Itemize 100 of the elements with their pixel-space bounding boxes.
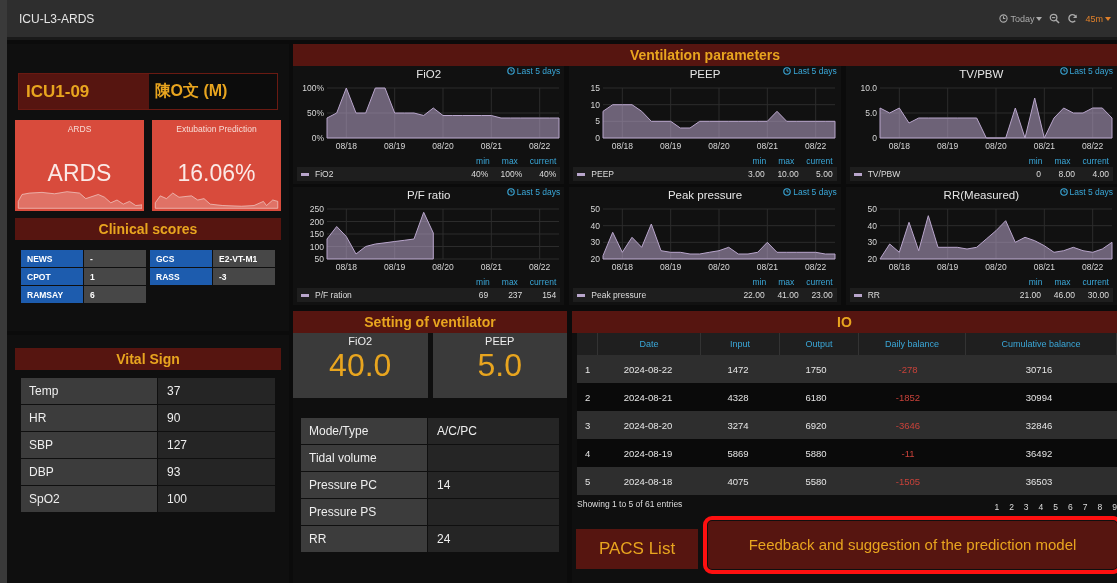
table-cell: 90 (158, 405, 275, 431)
table-cell-text: 30994 (1024, 391, 1054, 403)
axis-label: 5.0 (864, 108, 877, 118)
chart-title: FiO2 (416, 68, 442, 80)
legend-value: 237 (507, 290, 523, 300)
axis-label: 08/18 (335, 141, 357, 151)
section-header: IO (572, 311, 1117, 333)
caret-icon (1036, 16, 1043, 21)
clock-icon (783, 188, 792, 196)
axis-label: 200 (309, 216, 324, 227)
page-link[interactable]: 4 (1038, 502, 1044, 512)
legend-name: TV/PBW (867, 169, 902, 179)
legend-value: 154 (541, 290, 557, 300)
time-range-link[interactable]: Last 5 days (506, 66, 561, 76)
page-link[interactable]: 1 (994, 502, 1000, 512)
table-cell: 37 (158, 378, 275, 404)
axis-label: 5 (595, 116, 601, 127)
table-cell-text: 4328 (726, 391, 750, 403)
legend-name: Peak pressure (591, 290, 648, 300)
axis-label: 08/21 (757, 262, 779, 272)
legend-header: min (476, 277, 490, 288)
axis-label: 20 (867, 254, 877, 264)
table-cell: Mode/Type (301, 418, 427, 444)
legend-name: FiO2 (315, 169, 335, 179)
legend-header: max (501, 156, 518, 167)
page-link[interactable]: 5 (1053, 502, 1059, 512)
time-range-link[interactable]: Last 5 days (1059, 187, 1113, 197)
axis-label: 08/20 (985, 262, 1007, 272)
refresh-icon[interactable] (1067, 13, 1079, 24)
axis-label: 08/22 (805, 141, 827, 151)
table-cell-text: 3274 (726, 419, 750, 431)
table-cell-text: 6920 (804, 419, 828, 431)
table-cell: RR (301, 526, 427, 552)
caret-icon (1105, 16, 1111, 21)
axis-label: 50 (590, 204, 601, 214)
table-cell-text: -11 (900, 447, 916, 459)
page-link[interactable]: 3 (1023, 502, 1029, 512)
table-cell-text: 1750 (804, 363, 828, 375)
table-cell-text: 2024-08-22 (622, 363, 674, 375)
score-label: RASS (150, 268, 212, 285)
legend-value: 46.00 (1052, 290, 1075, 300)
section-header: Clinical scores (15, 218, 281, 240)
table-cell-text: -278 (897, 363, 919, 375)
time-range-link[interactable]: Last 5 days (506, 187, 561, 197)
page-link[interactable]: 8 (1097, 502, 1103, 512)
score-label: NEWS (21, 250, 83, 267)
table-cell: SpO2 (21, 486, 157, 512)
axis-label: 0 (871, 133, 877, 143)
legend-value: 22.00 (742, 290, 765, 300)
axis-label: 08/22 (805, 262, 827, 272)
page-link[interactable]: 9 (1112, 502, 1117, 512)
axis-label: 15 (590, 83, 601, 93)
axis-label: 08/18 (612, 141, 634, 151)
table-cell: Pressure PS (301, 499, 427, 525)
axis-label: 08/22 (529, 141, 551, 151)
legend-value: 69 (477, 290, 489, 300)
axis-label: 10.0 (860, 83, 877, 93)
page-link[interactable]: 6 (1068, 502, 1073, 512)
table-cell-text: 2024-08-21 (622, 391, 674, 403)
time-range-link[interactable]: Last 5 days (783, 66, 837, 76)
legend-header: current (1082, 277, 1109, 288)
legend-header: min (1028, 277, 1043, 288)
legend-header: current (806, 277, 833, 288)
time-range-link[interactable]: Last 5 days (783, 187, 837, 197)
table-cell-text: -1505 (894, 475, 922, 487)
axis-label: 08/19 (936, 141, 958, 151)
axis-label: 50 (867, 204, 877, 214)
legend-header: max (778, 277, 795, 288)
refresh-interval-picker[interactable]: 45m (1085, 13, 1111, 24)
table-cell-text: 2024-08-20 (622, 419, 674, 431)
score-value: -3 (213, 268, 275, 285)
row-number: 1 (584, 363, 592, 375)
row-number: 2 (584, 391, 592, 403)
page-link[interactable]: 7 (1082, 502, 1088, 512)
axis-label: 08/18 (335, 262, 357, 272)
page-link[interactable]: 2 (1009, 502, 1014, 512)
time-range-link[interactable]: Last 5 days (1059, 66, 1113, 76)
axis-label: 50% (307, 108, 324, 118)
legend-value: 5.00 (815, 169, 833, 179)
bed-number: ICU1-09 (25, 80, 91, 103)
series-swatch-icon (853, 293, 862, 297)
legend-header: max (501, 277, 518, 288)
score-label: GCS (150, 250, 212, 267)
dashboard-title: ICU-L3-ARDS (19, 11, 95, 26)
panel-button[interactable]: PACS List (576, 529, 698, 569)
zoom-out-icon[interactable] (1049, 13, 1061, 24)
axis-label: 08/22 (1081, 141, 1103, 151)
row-number: 4 (584, 447, 592, 459)
score-label: RAMSAY (21, 286, 83, 303)
clock-icon (506, 67, 515, 75)
chart-title: P/F ratio (406, 189, 451, 201)
series-swatch-icon (301, 293, 309, 297)
legend-header: min (752, 156, 767, 167)
axis-label: 100% (302, 83, 324, 93)
legend-value: 8.00 (1057, 169, 1075, 179)
chart-title: PEEP (689, 68, 721, 80)
time-range-picker[interactable]: Today (999, 13, 1043, 24)
clock-icon (506, 188, 515, 196)
legend-value: 100% (499, 169, 523, 179)
axis-label: 08/18 (888, 262, 910, 272)
